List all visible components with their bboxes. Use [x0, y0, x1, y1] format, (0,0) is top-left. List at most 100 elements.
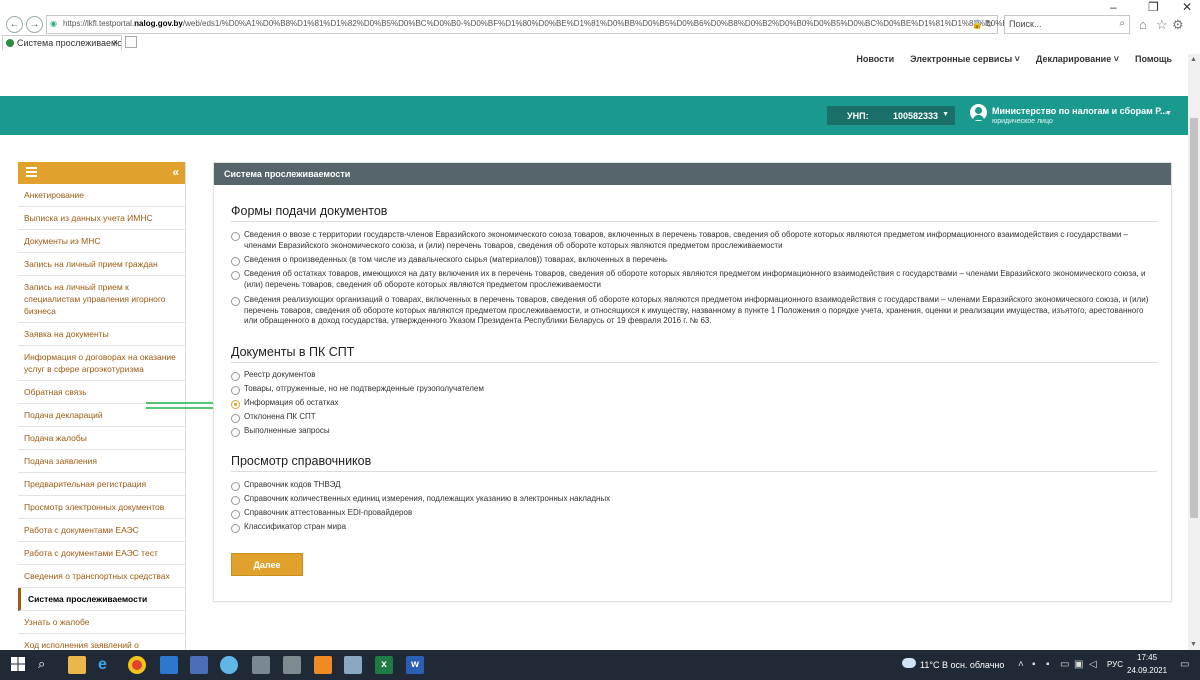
messenger-icon[interactable] [220, 656, 238, 674]
sidebar-item[interactable]: Сведения о транспортных средствах [18, 565, 185, 588]
file-explorer-icon[interactable] [68, 656, 86, 674]
radio-button[interactable] [231, 257, 240, 266]
sidebar-item[interactable]: Информация о договорах на оказание услуг… [18, 346, 185, 381]
sidebar-item[interactable]: Анкетирование [18, 184, 185, 207]
radio-button[interactable] [231, 510, 240, 519]
home-icon[interactable]: ⌂ [1139, 17, 1147, 32]
section-title-forms: Формы подачи документов [231, 204, 1157, 222]
minimize-icon[interactable]: – [1110, 0, 1117, 14]
tray-chevron-icon[interactable]: ˄ [1018, 659, 1024, 670]
user-name[interactable]: Министерство по налогам и сборам Р... [992, 106, 1167, 116]
url-text: https://lkfl.testportal.nalog.gov.by/web… [63, 19, 1071, 28]
nav-e-services[interactable]: Электронные сервисы ˅ [910, 54, 1020, 64]
address-bar[interactable]: ◉ https://lkfl.testportal.nalog.gov.by/w… [46, 15, 1070, 34]
sidebar-item[interactable]: Запись на личный прием к специалистам уп… [18, 276, 185, 323]
radio-button[interactable] [231, 271, 240, 280]
main-panel: Система прослеживаемости Формы подачи до… [213, 162, 1172, 602]
settings-gear-icon[interactable]: ⚙ [1172, 17, 1184, 33]
scroll-thumb[interactable] [1190, 118, 1198, 518]
weather-cloud-icon[interactable] [902, 658, 916, 668]
restore-icon[interactable]: ❐ [1148, 0, 1159, 14]
panel-title: Система прослеживаемости [214, 163, 1171, 185]
radio-label: Справочник аттестованных EDI-провайдеров [244, 508, 413, 517]
radio-button[interactable] [231, 297, 240, 306]
next-button[interactable]: Далее [231, 553, 303, 576]
clock-time[interactable]: 17:45 [1137, 653, 1157, 662]
radio-button[interactable] [231, 428, 240, 437]
sidebar-item[interactable]: Документы из МНС [18, 230, 185, 253]
radio-button[interactable] [231, 232, 240, 241]
radio-button[interactable] [231, 524, 240, 533]
tray-app-icon-2[interactable]: ▪ [1046, 659, 1050, 670]
hamburger-menu-icon[interactable] [26, 167, 37, 177]
radio-label: Справочник кодов ТНВЭД [244, 480, 341, 489]
nav-help[interactable]: Помощь [1135, 54, 1172, 64]
photo-app-icon-2[interactable] [283, 656, 301, 674]
radio-label: Сведения о произведенных (в том числе из… [244, 255, 668, 264]
favorites-star-icon[interactable]: ☆ [1156, 17, 1168, 33]
back-icon[interactable]: ← [6, 16, 23, 33]
chrome-icon[interactable] [128, 656, 146, 674]
sidebar-item[interactable]: Ход исполнения заявлений о [18, 634, 185, 650]
search-icon[interactable]: ⌕ [1119, 18, 1125, 29]
chevron-down-icon: ▼ [942, 111, 949, 118]
collapse-sidebar-icon[interactable]: « [172, 165, 179, 179]
radio-label: Сведения реализующих организаций о товар… [244, 295, 1149, 325]
section-title-refs: Просмотр справочников [231, 454, 1157, 472]
page-icon: ◉ [50, 19, 57, 28]
close-tab-icon[interactable]: × [113, 37, 118, 47]
radio-button[interactable] [231, 386, 240, 395]
sidebar-item[interactable]: Система прослеживаемости [18, 588, 185, 611]
excel-icon[interactable]: x [375, 656, 393, 674]
nav-news[interactable]: Новости [856, 54, 894, 64]
sidebar-item[interactable]: Работа с документами ЕАЭС [18, 519, 185, 542]
site-favicon-icon [6, 39, 14, 47]
sidebar-item[interactable]: Запись на личный прием граждан [18, 253, 185, 276]
sidebar-item[interactable]: Подача жалобы [18, 427, 185, 450]
user-avatar-icon[interactable] [970, 104, 987, 121]
bird-app-icon[interactable] [314, 656, 332, 674]
forward-icon[interactable]: → [26, 16, 43, 33]
sidebar-item[interactable]: Просмотр электронных документов [18, 496, 185, 519]
search-taskbar-icon[interactable]: ⌕ [38, 656, 56, 674]
network-icon[interactable]: ▣ [1074, 659, 1083, 670]
tray-app-icon[interactable]: ▪ [1032, 659, 1036, 670]
outlook-icon[interactable] [160, 656, 178, 674]
clock-date[interactable]: 24.09.2021 [1127, 666, 1167, 675]
user-menu-chevron-icon[interactable]: ▼ [1165, 110, 1172, 117]
page-scrollbar[interactable]: ▲ ▼ [1188, 54, 1200, 650]
sidebar-item[interactable]: Выписка из данных учета ИМНС [18, 207, 185, 230]
word-icon[interactable]: w [406, 656, 424, 674]
window-app-icon[interactable] [344, 656, 362, 674]
nav-declaring[interactable]: Декларирование ˅ [1036, 54, 1119, 64]
radio-button[interactable] [231, 482, 240, 491]
sidebar-item[interactable]: Работа с документами ЕАЭС тест [18, 542, 185, 565]
radio-button[interactable] [231, 372, 240, 381]
radio-button[interactable] [231, 496, 240, 505]
photo-app-icon-1[interactable] [252, 656, 270, 674]
radio-button[interactable] [231, 400, 240, 409]
sidebar-item[interactable]: Заявка на документы [18, 323, 185, 346]
browser-tab[interactable]: Система прослеживаемос... × [2, 35, 122, 50]
refresh-icon[interactable]: ↻ [985, 19, 993, 29]
radio-button[interactable] [231, 414, 240, 423]
search-input[interactable]: Поиск... ⌕ [1004, 15, 1130, 34]
internet-explorer-icon[interactable]: e [98, 656, 116, 674]
notifications-icon[interactable]: ▭ [1180, 659, 1189, 670]
lock-icon: 🔒 [971, 19, 983, 29]
battery-icon[interactable]: ▭ [1060, 659, 1069, 670]
close-window-icon[interactable]: ✕ [1182, 0, 1192, 14]
save-app-icon[interactable] [190, 656, 208, 674]
volume-icon[interactable]: ◁ [1089, 659, 1097, 670]
sidebar-header: « [18, 162, 185, 184]
new-tab-button[interactable] [125, 36, 137, 48]
sidebar-item[interactable]: Подача заявления [18, 450, 185, 473]
scroll-down-icon: ▼ [1190, 641, 1197, 648]
windows-taskbar: ⌕ e x w 11°C В осн. облачно ˄ ▪ ▪ ▭ ▣ ◁ … [0, 650, 1200, 680]
language-indicator[interactable]: РУС [1107, 660, 1123, 669]
sidebar-item[interactable]: Предварительная регистрация [18, 473, 185, 496]
unp-selector[interactable]: УНП: 100582333 ▼ [827, 106, 955, 125]
weather-text[interactable]: 11°C В осн. облачно [920, 660, 1004, 670]
sidebar-item[interactable]: Узнать о жалобе [18, 611, 185, 634]
windows-start-icon[interactable] [10, 656, 28, 674]
